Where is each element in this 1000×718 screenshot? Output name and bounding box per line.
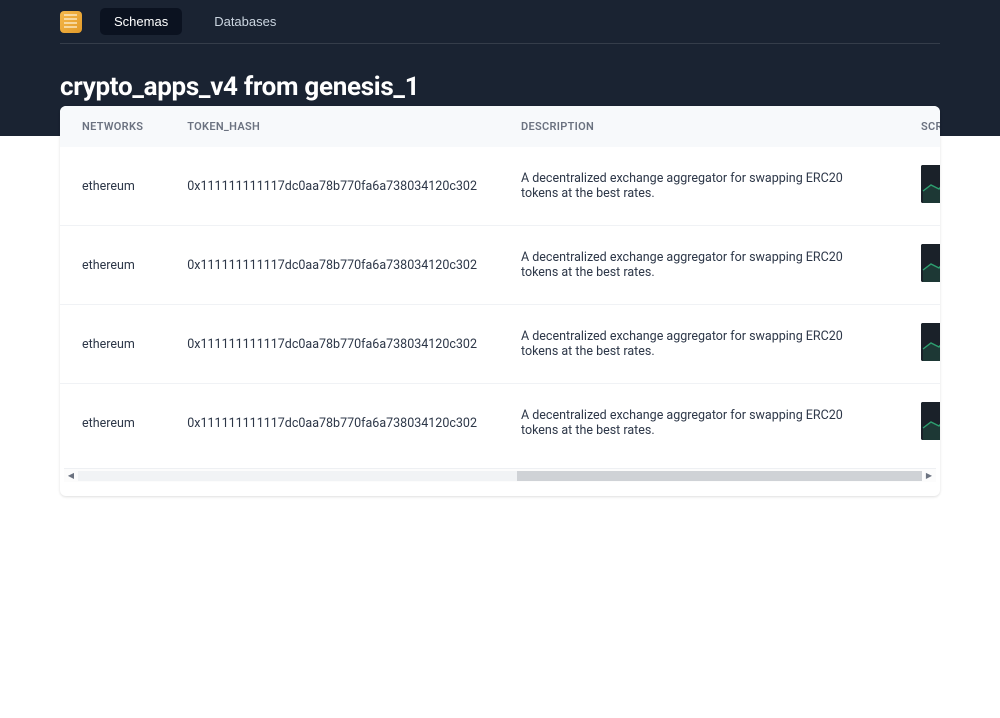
- screenshot-thumbnail[interactable]: [921, 244, 940, 282]
- results-card: NETWORKS TOKEN_HASH DESCRIPTION SCREENSH…: [60, 106, 940, 496]
- cell-screenshots: [899, 147, 940, 226]
- table-row[interactable]: ethereum0x111111111117dc0aa78b770fa6a738…: [60, 226, 940, 305]
- cell-networks: ethereum: [60, 305, 165, 384]
- scroll-right-arrow-icon[interactable]: ▶: [922, 469, 936, 483]
- col-header-description[interactable]: DESCRIPTION: [499, 106, 899, 147]
- table-row[interactable]: ethereum0x111111111117dc0aa78b770fa6a738…: [60, 147, 940, 226]
- col-header-token-hash[interactable]: TOKEN_HASH: [165, 106, 499, 147]
- cell-screenshots: [899, 305, 940, 384]
- cell-networks: ethereum: [60, 226, 165, 305]
- nav-row: Schemas Databases: [60, 0, 940, 44]
- page-title: crypto_apps_v4 from genesis_1: [60, 72, 940, 102]
- horizontal-scrollbar[interactable]: ◀ ▶: [64, 468, 936, 482]
- cell-description: A decentralized exchange aggregator for …: [499, 147, 899, 226]
- cell-description: A decentralized exchange aggregator for …: [499, 226, 899, 305]
- cell-token-hash: 0x111111111117dc0aa78b770fa6a738034120c3…: [165, 384, 499, 463]
- screenshot-thumbnail[interactable]: [921, 323, 940, 361]
- scroll-thumb[interactable]: [517, 471, 922, 481]
- tab-databases[interactable]: Databases: [200, 8, 290, 35]
- cell-description: A decentralized exchange aggregator for …: [499, 384, 899, 463]
- cell-screenshots: [899, 384, 940, 463]
- data-table: NETWORKS TOKEN_HASH DESCRIPTION SCREENSH…: [60, 106, 940, 462]
- cell-token-hash: 0x111111111117dc0aa78b770fa6a738034120c3…: [165, 147, 499, 226]
- col-header-networks[interactable]: NETWORKS: [60, 106, 165, 147]
- tab-schemas[interactable]: Schemas: [100, 8, 182, 35]
- app-logo-icon[interactable]: [60, 11, 82, 33]
- table-row[interactable]: ethereum0x111111111117dc0aa78b770fa6a738…: [60, 305, 940, 384]
- cell-networks: ethereum: [60, 384, 165, 463]
- cell-networks: ethereum: [60, 147, 165, 226]
- cell-token-hash: 0x111111111117dc0aa78b770fa6a738034120c3…: [165, 305, 499, 384]
- screenshot-thumbnail[interactable]: [921, 402, 940, 440]
- scroll-track[interactable]: [78, 471, 922, 481]
- cell-screenshots: [899, 226, 940, 305]
- cell-token-hash: 0x111111111117dc0aa78b770fa6a738034120c3…: [165, 226, 499, 305]
- col-header-screenshots[interactable]: SCREENSHOTS: [899, 106, 940, 147]
- screenshot-thumbnail[interactable]: [921, 165, 940, 203]
- cell-description: A decentralized exchange aggregator for …: [499, 305, 899, 384]
- table-row[interactable]: ethereum0x111111111117dc0aa78b770fa6a738…: [60, 384, 940, 463]
- scroll-left-arrow-icon[interactable]: ◀: [64, 469, 78, 483]
